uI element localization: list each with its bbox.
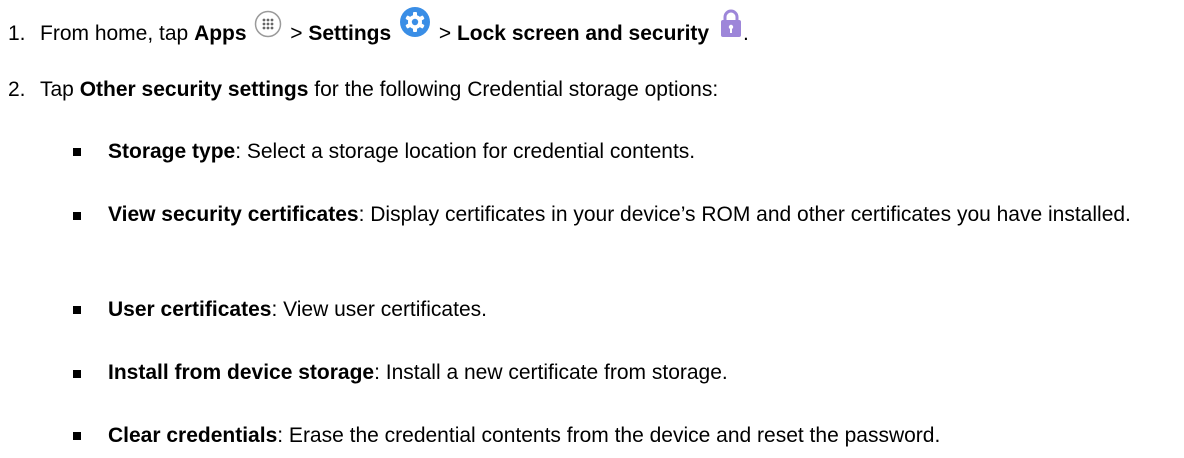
separator: > (284, 22, 309, 45)
option-description: : Display certificates in your device’s … (358, 203, 1131, 226)
bullet-marker (73, 148, 81, 156)
step-text: for the following Credential storage opt… (308, 78, 719, 101)
apps-label: Apps (194, 22, 247, 45)
step-text: Tap (40, 78, 80, 101)
option-term: User certificates (108, 298, 272, 321)
option-description: : Erase the credential contents from the… (277, 424, 941, 447)
apps-grid-icon (254, 10, 282, 38)
document-page: 1. From home, tap Apps > Settings > Lock… (0, 0, 1184, 458)
option-term: View security certificates (108, 203, 359, 226)
bullet-marker (73, 212, 81, 220)
option-term: Storage type (108, 140, 236, 163)
option-description: : Select a storage location for credenti… (235, 140, 696, 163)
step-end: . (742, 22, 749, 45)
step-2: 2. Tap Other security settings for the fo… (8, 78, 718, 102)
separator: > (433, 22, 457, 45)
option-term: Install from device storage (108, 361, 375, 384)
step-1: 1. From home, tap Apps > Settings > Lock… (8, 7, 749, 46)
lock-screen-label: Lock screen and security (456, 22, 710, 45)
bullet-marker (73, 370, 81, 378)
bullet-marker (73, 306, 81, 314)
bullet-marker (73, 432, 81, 440)
other-security-settings-label: Other security settings (79, 78, 309, 101)
step-text: From home, tap (40, 22, 195, 45)
option-description: : View user certificates. (271, 298, 487, 321)
step-number: 2. (8, 78, 26, 101)
settings-label: Settings (308, 22, 392, 45)
lock-icon (719, 8, 743, 38)
option-term: Clear credentials (108, 424, 278, 447)
settings-gear-icon (399, 6, 431, 38)
option-description: : Install a new certificate from storage… (374, 361, 728, 384)
step-number: 1. (8, 22, 26, 45)
